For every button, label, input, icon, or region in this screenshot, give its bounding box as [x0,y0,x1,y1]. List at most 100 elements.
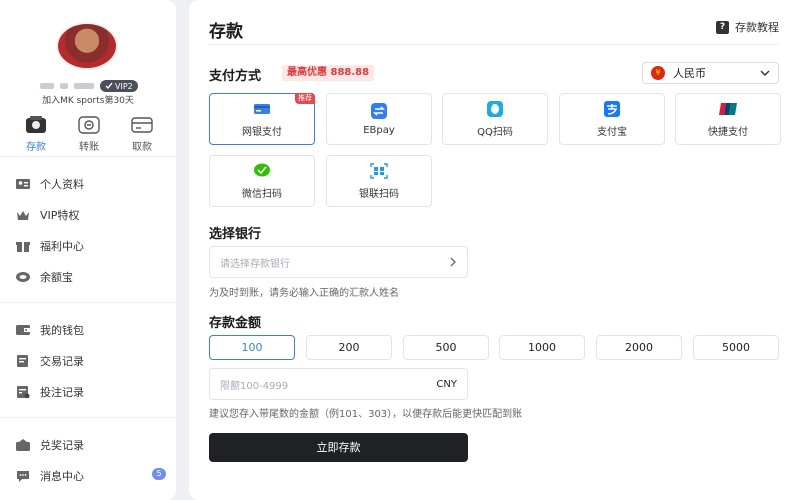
sidebar-item-label: 兑奖记录 [40,439,84,452]
pay-method-wechat[interactable]: 微信扫码 [209,155,315,207]
sidebar-item-label: 个人资料 [40,178,84,191]
pay-method-alipay[interactable]: 支付宝 [559,93,665,145]
promo-badge: 最高优惠 888.88 [282,65,375,81]
currency-select[interactable]: ¥ 人民币 [642,62,779,84]
deposit-amount-title: 存款金额 [209,316,262,331]
sidebar-item-welfare[interactable]: 福利中心 [16,238,166,254]
pay-method-label: 支付宝 [597,126,627,138]
username-row: VIP2 [40,80,138,92]
crown-icon [17,211,29,220]
sidebar-item-messages[interactable]: 消息中心 5 [16,468,166,484]
wechat-icon [254,163,270,176]
vip-badge: VIP2 [100,80,138,92]
transaction-icon [17,355,28,367]
amount-option-500[interactable]: 500 [403,335,489,360]
redeem-icon [16,439,30,451]
sidebar-item-vip[interactable]: VIP特权 [16,207,166,223]
qr-scan-icon [370,162,388,179]
profile-icon [16,179,30,189]
deposit-tutorial-label: 存款教程 [735,21,779,34]
quick-transfer-label: 转账 [79,142,99,153]
coin-icon [16,272,30,282]
title-divider [209,44,779,45]
amount-option-100[interactable]: 100 [209,335,295,360]
pay-method-label: 快捷支付 [708,126,748,138]
currency-value: 人民币 [673,67,706,80]
unionpay-icon [719,102,737,115]
ebpay-icon [371,102,387,119]
bank-select[interactable]: 请选择存款银行 [209,246,468,278]
select-bank-title: 选择银行 [209,227,262,242]
sidebar-item-label: VIP特权 [40,209,80,222]
wallet-icon [16,325,30,335]
pay-method-label: 银联扫码 [359,188,399,200]
page-title: 存款 [209,22,243,42]
sidebar-item-redeem[interactable]: 兑奖记录 [16,437,166,453]
masked-username-part [60,83,68,89]
amount-option-2000[interactable]: 2000 [596,335,682,360]
sidebar-item-profile[interactable]: 个人资料 [16,176,166,192]
sidebar-divider [0,302,176,303]
pay-method-bank[interactable]: 网银支付 推荐 [209,93,315,145]
transfer-icon [78,116,100,134]
avatar[interactable] [56,22,118,70]
check-icon [105,82,113,90]
masked-username [40,83,54,89]
sidebar: VIP2 加入MK sports第30天 存款 转账 取款 个人资料 VIP特权… [0,0,176,500]
withdraw-icon [131,117,153,133]
masked-username-part [74,83,94,89]
cny-flag-icon: ¥ [651,66,665,80]
quick-actions: 存款 转账 取款 [14,116,164,153]
help-icon: ? [716,20,729,34]
chevron-down-icon [760,70,770,76]
amount-input-placeholder: 限额100-4999 [220,380,289,392]
bank-select-placeholder: 请选择存款银行 [220,258,290,270]
sidebar-item-wallet[interactable]: 我的钱包 [16,322,166,338]
payment-method-title: 支付方式 [209,69,262,84]
amount-option-5000[interactable]: 5000 [693,335,779,360]
vip-level: VIP2 [115,81,133,91]
quick-withdraw[interactable]: 取款 [120,116,164,153]
pay-method-ebpay[interactable]: EBpay [326,93,432,145]
recommend-tag: 推荐 [295,93,315,104]
sidebar-item-label: 投注记录 [40,386,84,399]
amount-option-1000[interactable]: 1000 [499,335,585,360]
quick-transfer[interactable]: 转账 [67,116,111,153]
deposit-panel: 存款 ? 存款教程 支付方式 最高优惠 888.88 ¥ 人民币 网银支付 推荐… [189,0,800,500]
pay-method-quick[interactable]: 快捷支付 [675,93,781,145]
sidebar-divider [0,156,176,157]
qq-icon [487,100,503,117]
quick-deposit[interactable]: 存款 [14,116,58,153]
sidebar-item-label: 交易记录 [40,355,84,368]
pay-method-label: EBpay [363,124,395,136]
pay-method-label: 微信扫码 [242,188,282,200]
quick-withdraw-label: 取款 [132,142,152,153]
membership-days: 加入MK sports第30天 [42,96,134,106]
unread-badge: 5 [152,468,166,480]
amount-input[interactable]: 限额100-4999 CNY [209,368,468,400]
bank-card-icon [254,103,270,114]
pay-method-qq[interactable]: QQ扫码 [442,93,548,145]
pay-method-label: QQ扫码 [477,126,513,138]
sidebar-divider [0,417,176,418]
amount-hint: 建议您存入带尾数的金额（例101、303），以便存款后能更快匹配到账 [209,409,523,420]
pay-method-unionpay-qr[interactable]: 银联扫码 [326,155,432,207]
deposit-submit-button[interactable]: 立即存款 [209,433,468,462]
pay-method-label: 网银支付 [242,126,282,138]
amount-option-200[interactable]: 200 [306,335,392,360]
sidebar-item-label: 余额宝 [40,271,73,284]
sidebar-item-bets[interactable]: 投注记录 [16,384,166,400]
message-icon [17,471,29,482]
currency-unit: CNY [436,378,457,390]
sidebar-item-transactions[interactable]: 交易记录 [16,353,166,369]
quick-deposit-label: 存款 [26,142,46,153]
gift-icon [16,242,30,252]
deposit-icon [26,116,46,133]
sidebar-item-label: 我的钱包 [40,324,84,337]
deposit-tutorial-link[interactable]: ? 存款教程 [716,19,779,35]
sidebar-item-label: 福利中心 [40,240,84,253]
sidebar-item-label: 消息中心 [40,470,84,483]
chevron-right-icon [450,257,456,267]
sidebar-item-yuebao[interactable]: 余额宝 [16,269,166,285]
bet-record-icon [17,386,30,398]
